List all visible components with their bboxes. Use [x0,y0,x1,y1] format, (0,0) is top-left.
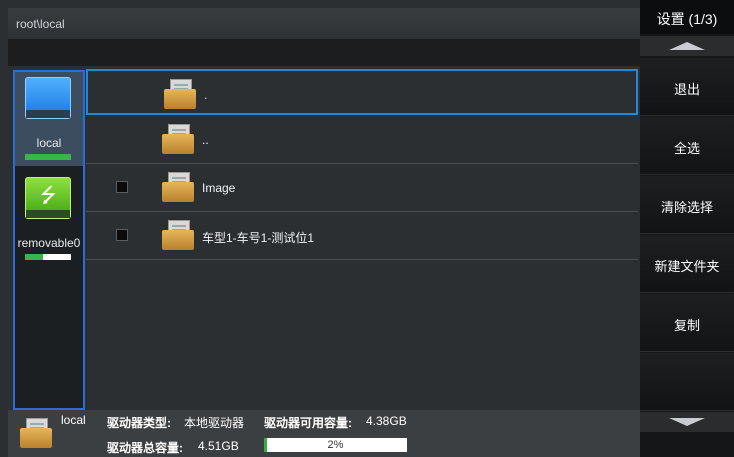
drive-usage-fill [25,154,71,160]
toolbar-strip [8,40,640,66]
path-bar: root\local [8,8,640,40]
list-item-current-dir[interactable]: . [86,69,638,115]
capacity-usage-text: 2% [327,439,344,451]
folder-icon [164,79,196,109]
drive-usage-bar [25,254,71,260]
scroll-down-button[interactable] [640,412,734,432]
folder-icon [162,124,194,154]
capacity-usage-bar: 2% [264,438,407,452]
drive-item-local[interactable]: local [15,72,83,166]
drive-usage-fill [25,254,44,260]
usb-drive-icon: ⭍ [25,177,71,219]
scroll-up-button[interactable] [640,36,734,56]
exit-button[interactable]: 退出 [640,58,734,116]
select-all-button[interactable]: 全选 [640,117,734,175]
usb-symbol-icon: ⭍ [40,185,57,207]
folder-icon [162,172,194,202]
menu-title: 设置 (1/3) [640,0,734,34]
drive-list: local ⭍ removable0 [13,70,85,410]
drive-type-value: 本地驱动器 [184,416,245,430]
drive-usage-bar [25,154,71,160]
select-checkbox[interactable] [116,181,128,193]
file-name: . [204,88,208,102]
total-capacity-value: 4.51GB [198,439,239,453]
drive-label: local [36,136,62,150]
drive-item-removable0[interactable]: ⭍ removable0 [15,172,83,266]
file-name: Image [202,181,236,195]
folder-icon [20,418,52,448]
total-capacity-label: 驱动器总容量: [107,441,183,455]
list-item-parent-dir[interactable]: .. [86,116,638,164]
free-capacity-value: 4.38GB [366,414,407,428]
folder-icon [162,220,194,250]
status-drive-name: local [61,413,86,427]
list-item-test-folder[interactable]: 车型1-车号1-测试位1 [86,212,638,260]
drive-type-label: 驱动器类型: [107,416,171,430]
list-item-image[interactable]: Image [86,164,638,212]
select-checkbox[interactable] [116,229,128,241]
drive-status-bar: local 驱动器类型: 本地驱动器 驱动器可用容量: 4.38GB 驱动器总容… [8,410,640,457]
hard-drive-icon [25,77,71,119]
empty-menu-slot[interactable] [640,353,734,411]
free-capacity-label: 驱动器可用容量: [264,416,352,430]
current-path: root\local [16,17,65,31]
file-manager-window: root\local local ⭍ removable0 . .. Image… [0,0,640,457]
file-name: .. [202,133,209,147]
copy-button[interactable]: 复制 [640,294,734,352]
settings-menu: 设置 (1/3) 退出 全选 清除选择 新建文件夹 复制 [640,0,734,457]
clear-selection-button[interactable]: 清除选择 [640,176,734,234]
new-folder-button[interactable]: 新建文件夹 [640,235,734,293]
file-name: 车型1-车号1-测试位1 [202,231,315,245]
drive-label: removable0 [17,236,81,250]
